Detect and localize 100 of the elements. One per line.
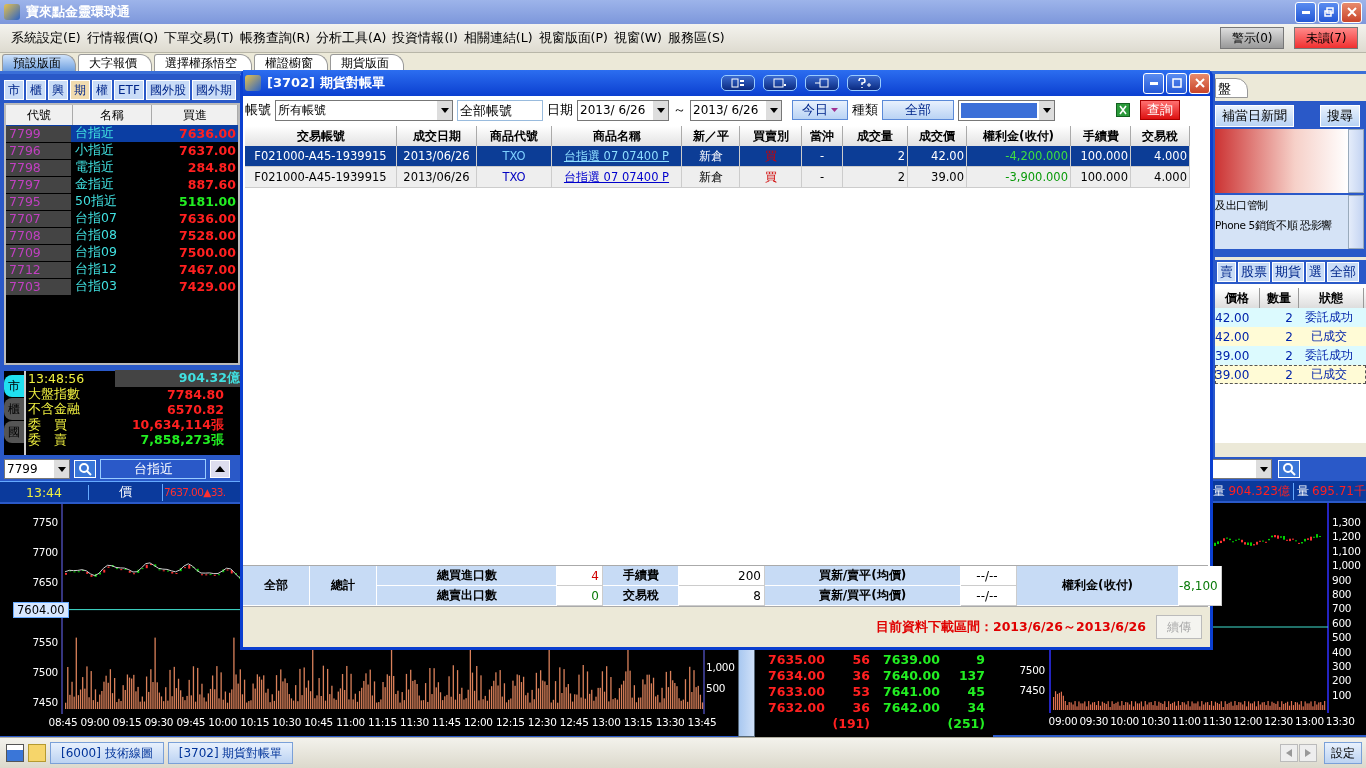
symbol-code: 7796 bbox=[6, 142, 71, 159]
market-tab[interactable]: 國外期 bbox=[191, 80, 236, 100]
market-tab[interactable]: 櫃 bbox=[26, 80, 46, 100]
market-side-tab[interactable]: 市 bbox=[4, 375, 24, 397]
account-name-field[interactable]: 全部帳號 bbox=[457, 99, 543, 121]
market-tab[interactable]: 市 bbox=[4, 80, 24, 100]
symbol-dropdown[interactable]: 7799 bbox=[4, 459, 70, 479]
notification-button[interactable]: 警示(0) bbox=[1220, 27, 1284, 49]
axis-label: 13:15 bbox=[623, 716, 653, 728]
help-button[interactable] bbox=[846, 75, 881, 91]
product-link[interactable]: 台指選 07 07400 P bbox=[563, 170, 670, 184]
order-row[interactable]: 42.00 2 已成交 bbox=[1215, 327, 1366, 346]
menu-item[interactable]: 投資情報(I) bbox=[389, 29, 461, 47]
quote-row[interactable]: 7703 台指03 7429.00 bbox=[6, 278, 238, 295]
axis-label: 13:45 bbox=[687, 716, 717, 728]
quote-row[interactable]: 7708 台指08 7528.00 bbox=[6, 227, 238, 244]
layout-tab[interactable]: 大字報價 bbox=[78, 54, 152, 71]
market-tab[interactable]: 國外股 bbox=[145, 80, 190, 100]
account-dropdown[interactable]: 所有帳號 bbox=[275, 99, 453, 121]
quote-row[interactable]: 7795 50指近 5181.00 bbox=[6, 193, 238, 210]
menu-item[interactable]: 下單交易(T) bbox=[161, 29, 237, 47]
volume-label: 量 bbox=[1293, 482, 1309, 500]
filter-button[interactable]: 賣 bbox=[1217, 262, 1236, 282]
table-cell: 39.00 bbox=[908, 167, 967, 187]
axis-label: 10:30 bbox=[272, 716, 302, 728]
pin-button[interactable] bbox=[804, 75, 839, 91]
notification-button[interactable]: 未讀(7) bbox=[1294, 27, 1358, 49]
quote-row[interactable]: 7799 台指近 7636.00 bbox=[6, 125, 238, 142]
search-button[interactable] bbox=[74, 460, 96, 478]
news-headline[interactable]: Phone 5銷貨不順 恐影響 bbox=[1215, 215, 1348, 235]
menu-item[interactable]: 帳務查詢(R) bbox=[236, 29, 314, 47]
bid-price: 7637.00 bbox=[178, 143, 237, 158]
filter-dropdown[interactable] bbox=[958, 99, 1055, 121]
search-button[interactable] bbox=[1278, 460, 1300, 478]
menu-item[interactable]: 分析工具(A) bbox=[313, 29, 390, 47]
trade-row[interactable]: F021000-A45-1939915 2013/06/26 TXO 台指選 07 07400 P 新倉 買 - 2 42.00 -4,200.000 100.000 4.000 bbox=[245, 146, 1190, 167]
layout-tab[interactable]: 選擇權孫悟空 bbox=[154, 54, 252, 71]
restore-button[interactable] bbox=[1318, 1, 1339, 23]
news-headline[interactable]: 及出口管制 bbox=[1215, 195, 1348, 215]
filter-button[interactable]: 股票 bbox=[1238, 262, 1270, 282]
product-link[interactable]: 台指選 07 07400 P bbox=[563, 149, 670, 163]
close-button[interactable] bbox=[1341, 1, 1362, 23]
axis-label: 500 bbox=[706, 682, 726, 694]
query-button[interactable]: 查詢 bbox=[1140, 100, 1180, 120]
market-tab[interactable]: 權 bbox=[92, 80, 112, 100]
maximize-icon bbox=[1171, 78, 1182, 88]
spreadsheet-icon[interactable] bbox=[1116, 103, 1130, 117]
scroll-up-button[interactable] bbox=[210, 460, 230, 478]
menu-item[interactable]: 系統設定(E) bbox=[8, 29, 84, 47]
quote-row[interactable]: 7707 台指07 7636.00 bbox=[6, 210, 238, 227]
table-cell: - bbox=[802, 167, 843, 187]
settings-button[interactable]: 設定 bbox=[1324, 742, 1362, 764]
bid-price: 7632.00 bbox=[767, 699, 825, 715]
menu-item[interactable]: 視窗(W) bbox=[610, 29, 665, 47]
market-tab[interactable]: 興 bbox=[48, 80, 68, 100]
minimize-button[interactable] bbox=[1295, 1, 1316, 23]
scrollbar[interactable] bbox=[1348, 129, 1364, 193]
end-date-picker[interactable]: 2013/ 6/26 bbox=[690, 99, 782, 121]
scrollbar[interactable] bbox=[1348, 195, 1364, 249]
minimize-button[interactable] bbox=[1143, 72, 1164, 94]
quote-row[interactable]: 7712 台指12 7467.00 bbox=[6, 261, 238, 278]
menu-item[interactable]: 相關連結(L) bbox=[460, 29, 536, 47]
taskbar-button[interactable]: [6000] 技術線圖 bbox=[50, 742, 164, 764]
filter-button[interactable]: 全部 bbox=[1327, 262, 1359, 282]
layout-tab[interactable]: 預設版面 bbox=[2, 54, 76, 71]
turnover-value: 904.32億 bbox=[115, 370, 240, 388]
axis-label: 7500 bbox=[1019, 664, 1045, 676]
search-icon bbox=[78, 462, 92, 476]
window-icon[interactable] bbox=[6, 744, 24, 762]
quote-row[interactable]: 7798 電指近 284.80 bbox=[6, 159, 238, 176]
symbol-name: 台指08 bbox=[75, 227, 118, 244]
quote-row[interactable]: 7709 台指09 7500.00 bbox=[6, 244, 238, 261]
axis-label: 10:45 bbox=[304, 716, 333, 728]
layout-button[interactable] bbox=[720, 75, 755, 91]
type-button[interactable]: 全部 bbox=[882, 100, 954, 120]
start-date-picker[interactable]: 2013/ 6/26 bbox=[577, 99, 669, 121]
order-row[interactable]: 39.00 2 委託成功 bbox=[1215, 346, 1366, 365]
axis-label: 13:30 bbox=[1325, 715, 1355, 727]
menu-item[interactable]: 視窗版面(P) bbox=[535, 29, 611, 47]
order-row[interactable]: 42.00 2 委託成功 bbox=[1215, 308, 1366, 327]
order-row[interactable]: 39.00 2 已成交 bbox=[1215, 365, 1366, 384]
trade-row[interactable]: F021000-A45-1939915 2013/06/26 TXO 台指選 07 07400 P 新倉 買 - 2 39.00 -3,900.000 100.000 4.000 bbox=[245, 167, 1190, 188]
caret-icon bbox=[1259, 466, 1268, 472]
quote-row[interactable]: 7796 小指近 7637.00 bbox=[6, 142, 238, 159]
today-dropdown-button[interactable]: 今日 bbox=[792, 100, 848, 120]
menu-item[interactable]: 行情報價(Q) bbox=[83, 29, 162, 47]
taskbar-button[interactable]: [3702] 期貨對帳單 bbox=[167, 742, 294, 764]
market-tab[interactable]: ETF bbox=[114, 80, 144, 100]
window-button[interactable] bbox=[762, 75, 797, 91]
menu-item[interactable]: 服務區(S) bbox=[665, 29, 728, 47]
quote-row[interactable]: 7797 金指近 887.60 bbox=[6, 176, 238, 193]
news-button[interactable]: 補當日新聞 bbox=[1215, 105, 1294, 127]
maximize-button[interactable] bbox=[1166, 72, 1187, 94]
filter-button[interactable]: 期貨 bbox=[1272, 262, 1304, 282]
market-tab[interactable]: 期 bbox=[70, 80, 90, 100]
close-button[interactable] bbox=[1189, 72, 1210, 94]
panel-tab[interactable]: 盤 bbox=[1215, 78, 1248, 98]
symbol-dropdown[interactable] bbox=[1212, 459, 1272, 479]
search-button[interactable]: 搜尋 bbox=[1320, 105, 1360, 127]
filter-button[interactable]: 選 bbox=[1306, 262, 1325, 282]
